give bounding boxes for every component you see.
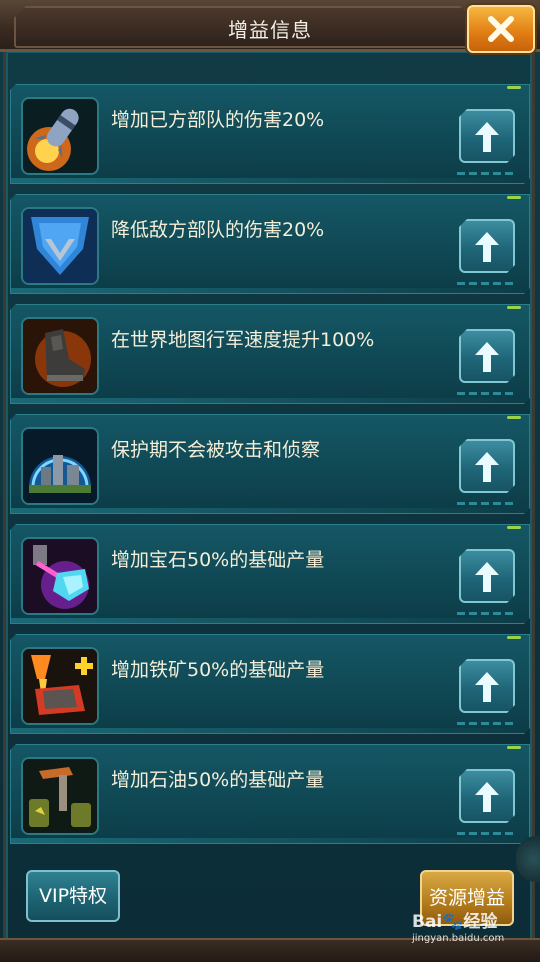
buff-description: 保护期不会被攻击和侦察 (111, 439, 321, 461)
buff-row: 保护期不会被攻击和侦察 (10, 414, 530, 514)
row-decoration (457, 722, 517, 725)
close-button[interactable] (467, 5, 535, 53)
up-arrow-icon (475, 452, 499, 482)
row-decoration (457, 832, 517, 835)
boot-icon (21, 317, 99, 395)
upgrade-button[interactable] (459, 549, 515, 603)
row-decoration (457, 612, 517, 615)
header-bar: 增益信息 (0, 0, 540, 53)
dome-city-icon (21, 427, 99, 505)
row-indicator (507, 306, 521, 309)
buff-row: 降低敌方部队的伤害20% (10, 194, 530, 294)
row-indicator (507, 526, 521, 529)
up-arrow-icon (475, 562, 499, 592)
missile-icon (21, 97, 99, 175)
row-decoration (457, 172, 517, 175)
row-indicator (507, 746, 521, 749)
iron-forge-icon (21, 647, 99, 725)
upgrade-button[interactable] (459, 439, 515, 493)
buff-row: 增加宝石50%的基础产量 (10, 524, 530, 624)
page-title: 增益信息 (228, 18, 312, 42)
up-arrow-icon (475, 782, 499, 812)
upgrade-button[interactable] (459, 659, 515, 713)
buff-description: 增加宝石50%的基础产量 (111, 549, 325, 571)
row-indicator (507, 636, 521, 639)
row-indicator (507, 196, 521, 199)
vip-privileges-button[interactable]: VIP特权 (26, 870, 120, 922)
buff-row: 增加铁矿50%的基础产量 (10, 634, 530, 734)
row-indicator (507, 86, 521, 89)
row-decoration (457, 282, 517, 285)
buff-description: 增加石油50%的基础产量 (111, 769, 325, 791)
upgrade-button[interactable] (459, 769, 515, 823)
up-arrow-icon (475, 342, 499, 372)
close-x-icon (488, 16, 514, 42)
up-arrow-icon (475, 232, 499, 262)
watermark: Bai🐾经验 jingyan.baidu.com (412, 912, 536, 954)
buff-row: 在世界地图行军速度提升100% (10, 304, 530, 404)
up-arrow-icon (475, 122, 499, 152)
row-decoration (457, 502, 517, 505)
row-decoration (457, 392, 517, 395)
watermark-url: jingyan.baidu.com (412, 933, 505, 944)
buff-info-window: 增益信息 增加已方部队的伤害20% 降低敌方部队的伤害20% 在世界地图行军速度… (0, 0, 540, 962)
row-indicator (507, 416, 521, 419)
up-arrow-icon (475, 672, 499, 702)
buff-description: 增加已方部队的伤害20% (111, 109, 325, 131)
gem-drill-icon (21, 537, 99, 615)
upgrade-button[interactable] (459, 329, 515, 383)
upgrade-button[interactable] (459, 109, 515, 163)
upgrade-button[interactable] (459, 219, 515, 273)
shield-icon (21, 207, 99, 285)
buff-row: 增加已方部队的伤害20% (10, 84, 530, 184)
buff-description: 降低敌方部队的伤害20% (111, 219, 325, 241)
oil-pump-icon (21, 757, 99, 835)
buff-description: 在世界地图行军速度提升100% (111, 329, 375, 351)
watermark-logo: Bai🐾经验 (412, 912, 498, 932)
buff-description: 增加铁矿50%的基础产量 (111, 659, 325, 681)
buff-row: 增加石油50%的基础产量 (10, 744, 530, 844)
